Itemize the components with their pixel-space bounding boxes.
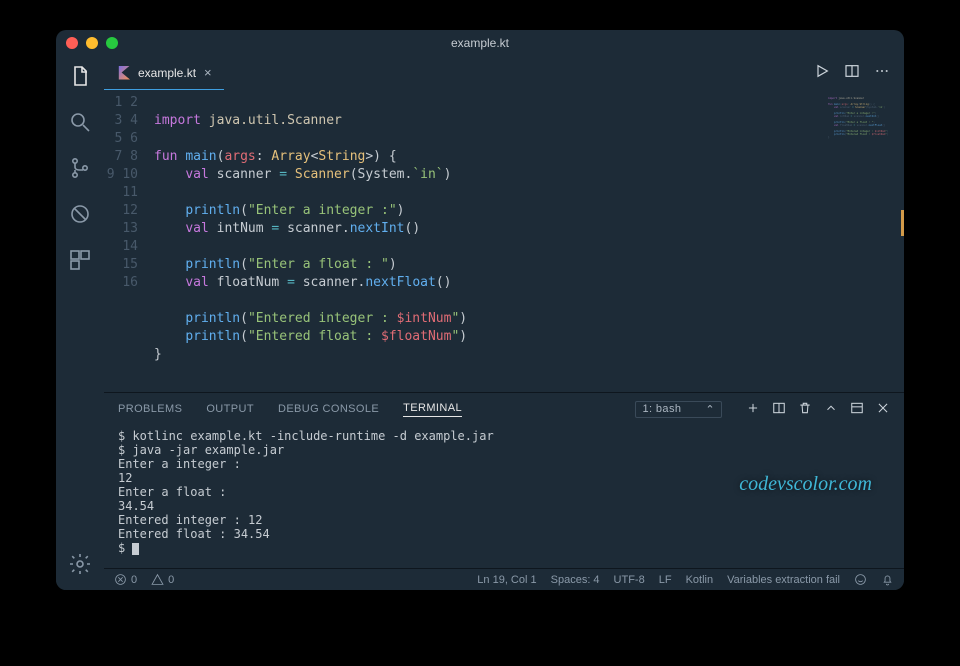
panel-tab-output[interactable]: OUTPUT (206, 403, 254, 415)
kotlin-file-icon (116, 66, 130, 80)
panel-tab-bar: PROBLEMS OUTPUT DEBUG CONSOLE TERMINAL 1: b… (104, 393, 904, 425)
close-tab-icon[interactable]: × (204, 65, 212, 80)
status-language[interactable]: Kotlin (686, 574, 714, 586)
editor-actions (814, 56, 904, 90)
debug-icon[interactable] (68, 202, 92, 230)
split-terminal-icon[interactable] (772, 401, 786, 418)
line-number-gutter: 1 2 3 4 5 6 7 8 9 10 11 12 13 14 15 16 (104, 90, 148, 392)
tab-label: example.kt (138, 66, 196, 80)
chevron-updown-icon: ⌃ (705, 403, 715, 416)
collapse-panel-icon[interactable] (824, 401, 838, 418)
settings-gear-icon[interactable] (68, 552, 92, 580)
status-eol[interactable]: LF (659, 574, 672, 586)
tab-example-kt[interactable]: example.kt × (104, 56, 224, 90)
notifications-bell-icon[interactable] (881, 573, 894, 586)
more-actions-icon[interactable] (874, 63, 890, 83)
search-icon[interactable] (68, 110, 92, 138)
split-editor-icon[interactable] (844, 63, 860, 83)
terminal-cursor (132, 543, 139, 555)
explorer-icon[interactable] (68, 64, 92, 92)
feedback-smiley-icon[interactable] (854, 573, 867, 586)
terminal-selector[interactable]: 1: bash ⌃ (635, 401, 722, 418)
tab-bar: example.kt × (104, 56, 904, 90)
source-control-icon[interactable] (68, 156, 92, 184)
close-panel-icon[interactable] (876, 401, 890, 418)
extensions-icon[interactable] (68, 248, 92, 276)
code-content[interactable]: import java.util.Scanner fun main(args: … (148, 90, 904, 392)
status-bar: 0 0 Ln 19, Col 1 Spaces: 4 UTF-8 LF Kotl… (104, 568, 904, 590)
window-title: example.kt (56, 36, 904, 50)
terminal-output[interactable]: $ kotlinc example.kt -include-runtime -d… (104, 425, 904, 568)
new-terminal-icon[interactable] (746, 401, 760, 418)
status-cursor-position[interactable]: Ln 19, Col 1 (477, 574, 536, 586)
status-errors[interactable]: 0 (114, 573, 137, 586)
overview-ruler-marker (901, 210, 904, 236)
status-encoding[interactable]: UTF-8 (614, 574, 645, 586)
panel-tab-debug-console[interactable]: DEBUG CONSOLE (278, 403, 379, 415)
activity-bar (56, 56, 104, 590)
kill-terminal-icon[interactable] (798, 401, 812, 418)
maximize-panel-icon[interactable] (850, 401, 864, 418)
status-message[interactable]: Variables extraction fail (727, 574, 840, 586)
run-icon[interactable] (814, 63, 830, 83)
code-editor[interactable]: 1 2 3 4 5 6 7 8 9 10 11 12 13 14 15 16 i… (104, 90, 904, 392)
panel-tab-problems[interactable]: PROBLEMS (118, 403, 182, 415)
app-window: example.kt (56, 30, 904, 590)
titlebar: example.kt (56, 30, 904, 56)
panel-tab-terminal[interactable]: TERMINAL (403, 402, 462, 417)
status-indentation[interactable]: Spaces: 4 (551, 574, 600, 586)
status-warnings[interactable]: 0 (151, 573, 174, 586)
bottom-panel: PROBLEMS OUTPUT DEBUG CONSOLE TERMINAL 1: b… (104, 392, 904, 568)
